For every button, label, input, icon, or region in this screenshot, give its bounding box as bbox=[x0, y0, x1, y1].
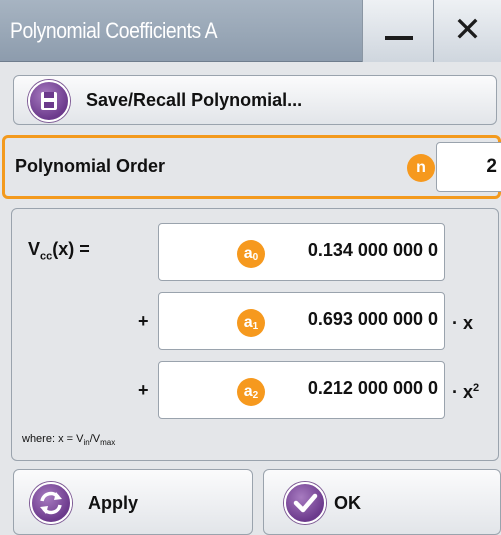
close-icon: ✕ bbox=[453, 10, 482, 50]
dialog-content: Save/Recall Polynomial... Polynomial Ord… bbox=[0, 62, 501, 535]
checkmark-icon bbox=[284, 482, 326, 524]
title-bar: Polynomial Coefficients A ✕ bbox=[0, 0, 501, 62]
apply-button[interactable]: Apply bbox=[13, 469, 253, 535]
ok-button[interactable]: OK bbox=[263, 469, 501, 535]
save-recall-label: Save/Recall Polynomial... bbox=[86, 90, 303, 110]
coefficient-a0-value: 0.134 000 000 0 bbox=[307, 240, 438, 260]
minimize-button[interactable] bbox=[362, 0, 433, 62]
polynomial-order-label: Polynomial Order bbox=[15, 156, 166, 176]
refresh-icon bbox=[30, 482, 72, 524]
vcc-formula-label: Vcc(x) = bbox=[28, 239, 90, 263]
window-title: Polynomial Coefficients A bbox=[10, 18, 218, 43]
polynomial-order-row[interactable]: Polynomial Order n 2 bbox=[2, 135, 501, 199]
coefficient-a1-value: 0.693 000 000 0 bbox=[307, 309, 438, 329]
coefficient-a1-badge: a1 bbox=[237, 309, 265, 337]
coefficient-a2-value: 0.212 000 000 0 bbox=[307, 378, 438, 398]
minimize-icon bbox=[385, 36, 413, 40]
ok-label: OK bbox=[334, 493, 361, 513]
where-note: where: x = Vin/Vmax bbox=[22, 433, 116, 448]
coefficient-a0-badge: a0 bbox=[237, 240, 265, 268]
order-badge: n bbox=[407, 154, 435, 182]
coefficient-a2-badge: a2 bbox=[237, 378, 265, 406]
floppy-disk-icon bbox=[28, 80, 70, 122]
x-squared-term-suffix: · x2 bbox=[452, 382, 480, 402]
coefficients-panel: Vcc(x) = a0 0.134 000 000 0 + a1 0.693 0… bbox=[11, 208, 499, 461]
plus-sign: + bbox=[138, 311, 149, 331]
x-term-suffix: · x bbox=[452, 313, 474, 333]
coefficient-a2-input[interactable]: a2 0.212 000 000 0 bbox=[158, 361, 445, 419]
coefficient-a0-input[interactable]: a0 0.134 000 000 0 bbox=[158, 223, 445, 281]
polynomial-order-input[interactable]: 2 bbox=[436, 142, 501, 192]
coefficient-a1-input[interactable]: a1 0.693 000 000 0 bbox=[158, 292, 445, 350]
polynomial-order-value: 2 bbox=[486, 156, 497, 177]
save-recall-button[interactable]: Save/Recall Polynomial... bbox=[13, 75, 497, 125]
plus-sign: + bbox=[138, 380, 149, 400]
apply-label: Apply bbox=[88, 493, 139, 513]
close-button[interactable]: ✕ bbox=[433, 0, 501, 62]
